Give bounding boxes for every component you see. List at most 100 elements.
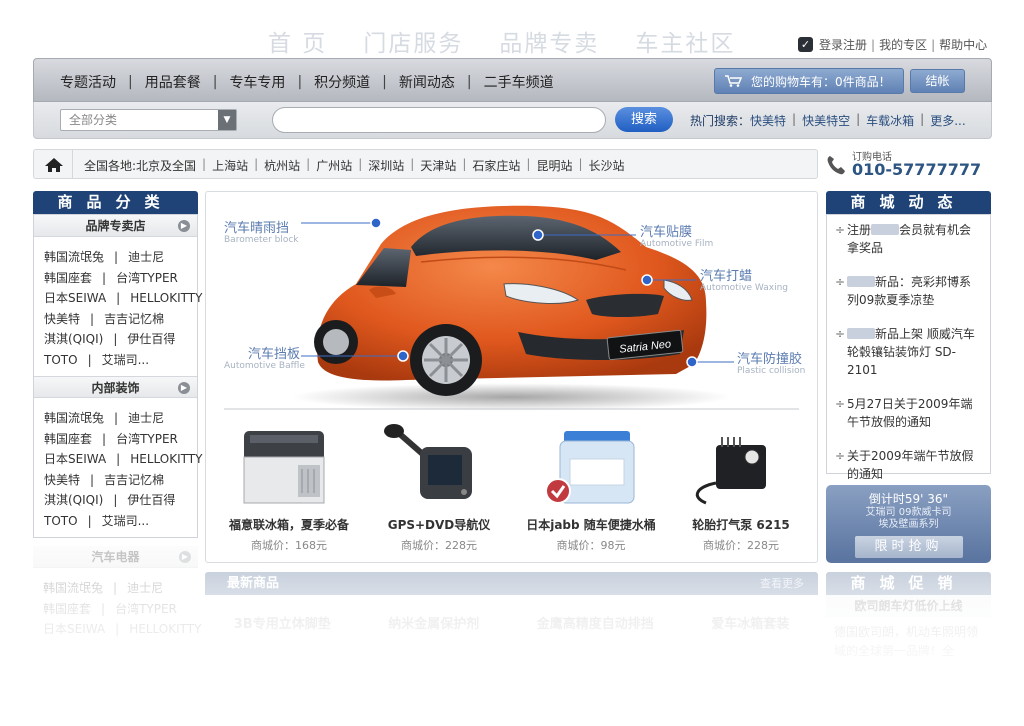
top-nav-store-service[interactable]: 门店服务: [363, 24, 463, 58]
news-item[interactable]: ÷ 新品：亮彩邦博系列09款夏季凉垫: [835, 273, 982, 309]
callout-baffle[interactable]: 汽车挡板 Automotive Baffle: [224, 343, 305, 371]
hot-search-link[interactable]: 快美特: [750, 112, 786, 129]
brand-link[interactable]: 韩国流氓兔: [44, 411, 104, 425]
news-item[interactable]: ÷ 注册 会员就有机会拿奖品: [835, 221, 982, 257]
login-register-link[interactable]: 登录注册: [819, 36, 867, 53]
hot-search-link[interactable]: 快美特空: [802, 112, 850, 129]
city-link[interactable]: 石家庄站: [472, 157, 520, 174]
brand-link[interactable]: 伊仕百得: [127, 493, 175, 507]
brand-link[interactable]: HELLOKITTY: [130, 452, 202, 466]
brand-link[interactable]: 伊仕百得: [127, 332, 175, 346]
flash-sale-button[interactable]: 限时抢购: [854, 536, 963, 558]
brand-link[interactable]: 吉吉记忆棉: [104, 312, 164, 326]
nav-item-points[interactable]: 积分频道: [314, 72, 370, 92]
city-link[interactable]: 上海站: [212, 157, 248, 174]
brand-link[interactable]: TOTO: [44, 353, 78, 367]
top-nav-brand[interactable]: 品牌专卖: [499, 24, 599, 58]
top-nav-community[interactable]: 车主社区: [635, 24, 735, 58]
checkout-button[interactable]: 结帐: [910, 69, 965, 93]
search-bar: 全部分类 ▼ 搜索 热门搜索： 快美特 | 快美特空 | 车载冰箱 | 更多...: [33, 102, 992, 139]
city-link[interactable]: 昆明站: [536, 157, 572, 174]
search-button[interactable]: 搜索: [615, 107, 673, 132]
category-select[interactable]: 全部分类 ▼: [60, 109, 237, 131]
news-item[interactable]: ÷ 关于2009年端午节放假的通知: [835, 447, 982, 483]
callout-rain-visor[interactable]: 汽车晴雨挡 Barometer block: [224, 217, 299, 245]
brand-link[interactable]: 艾瑞司...: [102, 353, 149, 367]
city-link[interactable]: 广州站: [316, 157, 352, 174]
brand-link[interactable]: 韩国座套: [44, 271, 92, 285]
hot-search-link[interactable]: 车载冰箱: [866, 112, 914, 129]
nav-item-topics[interactable]: 专题活动: [60, 72, 116, 92]
product-card[interactable]: 轮胎打气泵 6215 商城价：228元: [666, 417, 816, 553]
city-link[interactable]: 全国各地:北京及全国: [84, 157, 196, 174]
section-brand-stores[interactable]: 品牌专卖店 ▶: [34, 215, 197, 237]
brand-link[interactable]: 快美特: [44, 312, 80, 326]
callout-sublabel: Automotive Film: [640, 239, 714, 249]
latest-item[interactable]: 爱车冰箱套装: [711, 613, 789, 632]
bucket-image: [516, 417, 666, 512]
product-card[interactable]: 福意联冰箱，夏季必备 商城价：168元: [214, 417, 364, 553]
hot-search-more[interactable]: 更多...: [930, 112, 965, 129]
brand-link[interactable]: HELLOKITTY: [129, 622, 201, 636]
product-card[interactable]: GPS+DVD导航仪 商城价：228元: [364, 417, 514, 553]
brand-link[interactable]: 韩国座套: [44, 432, 92, 446]
nav-item-used-cars[interactable]: 二手车频道: [484, 72, 554, 92]
brand-link[interactable]: 吉吉记忆棉: [104, 473, 164, 487]
brand-link[interactable]: 艾瑞司...: [102, 514, 149, 528]
cart-button[interactable]: 您的购物车有：0件商品！: [714, 68, 904, 94]
gps-image: [364, 417, 514, 512]
phone-icon: [827, 156, 845, 175]
news-item[interactable]: ÷ 新品上架 顺威汽车轮毂镶钻装饰灯 SD-2101: [835, 325, 982, 379]
brand-link[interactable]: 韩国流氓兔: [44, 250, 104, 264]
section-electronics[interactable]: 汽车电器 ▶: [33, 546, 198, 568]
callout-film[interactable]: 汽车贴膜 Automotive Film: [640, 221, 713, 249]
promo-subtitle[interactable]: 欧司朗车灯低价上线: [826, 595, 991, 617]
top-nav-home[interactable]: 首 页: [268, 24, 327, 58]
my-zone-link[interactable]: 我的专区: [879, 36, 927, 53]
callout-waxing[interactable]: 汽车打蜡 Automotive Waxing: [700, 265, 788, 293]
news-item[interactable]: ÷ 5月27日关于2009年端午节放假的通知: [835, 395, 982, 431]
brand-link[interactable]: 日本SEIWA: [44, 452, 106, 466]
city-link[interactable]: 深圳站: [368, 157, 404, 174]
latest-more-link[interactable]: 查看更多: [760, 572, 804, 595]
brand-link[interactable]: 淇淇(QIQI): [44, 493, 103, 507]
nav-item-car-specific[interactable]: 专车专用: [229, 72, 285, 92]
latest-item[interactable]: 金鹰高精度自动排挡: [537, 613, 654, 632]
callout-label: 汽车打蜡: [700, 269, 753, 284]
arrow-right-icon[interactable]: ▶: [178, 382, 190, 394]
brand-link[interactable]: TOTO: [44, 514, 78, 528]
brand-link[interactable]: 台湾TYPER: [116, 271, 178, 285]
nav-item-news[interactable]: 新闻动态: [399, 72, 455, 92]
brand-link[interactable]: 日本SEIWA: [43, 622, 105, 636]
brand-link[interactable]: HELLOKITTY: [130, 291, 202, 305]
latest-item[interactable]: 纳米金属保护剂: [388, 613, 479, 632]
brand-link[interactable]: 台湾TYPER: [115, 602, 177, 616]
brand-link[interactable]: 台湾TYPER: [116, 432, 178, 446]
nav-item-packages[interactable]: 用品套餐: [145, 72, 201, 92]
brand-link[interactable]: 韩国流氓兔: [43, 581, 103, 595]
city-link[interactable]: 天津站: [420, 157, 456, 174]
brand-link[interactable]: 韩国座套: [43, 602, 91, 616]
latest-item[interactable]: 3B专用立体脚垫: [234, 613, 331, 632]
brand-link[interactable]: 日本SEIWA: [44, 291, 106, 305]
arrow-right-icon[interactable]: ▶: [178, 220, 190, 232]
callout-bumper[interactable]: 汽车防撞胶 Plastic collision: [737, 348, 805, 376]
city-link[interactable]: 杭州站: [264, 157, 300, 174]
category-sidebar: 商品分类 品牌专卖店 ▶ 韩国流氓兔 | 迪士尼 韩国座套 | 台湾TYPER 日本SEI…: [33, 191, 202, 646]
city-link[interactable]: 长沙站: [589, 157, 625, 174]
product-price: 商城价：228元: [401, 539, 477, 552]
brand-link[interactable]: 迪士尼: [127, 581, 163, 595]
news-sidebar: 商城动态 ÷ 注册 会员就有机会拿奖品 ÷ 新品：亮彩邦博系列09款夏季凉垫 ÷ 新品上…: [826, 191, 991, 481]
brand-link[interactable]: 淇淇(QIQI): [44, 332, 103, 346]
product-price: 商城价：98元: [556, 539, 626, 552]
brand-link[interactable]: 迪士尼: [128, 250, 164, 264]
section-interior[interactable]: 内部装饰 ▶: [34, 376, 197, 398]
search-input[interactable]: [272, 107, 606, 133]
help-center-link[interactable]: 帮助中心: [939, 36, 987, 53]
product-name: 轮胎打气泵 6215: [692, 518, 790, 532]
arrow-right-icon[interactable]: ▶: [179, 551, 191, 563]
home-icon[interactable]: [43, 156, 65, 174]
product-card[interactable]: 日本jabb 随车便捷水桶 商城价：98元: [516, 417, 666, 553]
brand-link[interactable]: 快美特: [44, 473, 80, 487]
brand-link[interactable]: 迪士尼: [128, 411, 164, 425]
